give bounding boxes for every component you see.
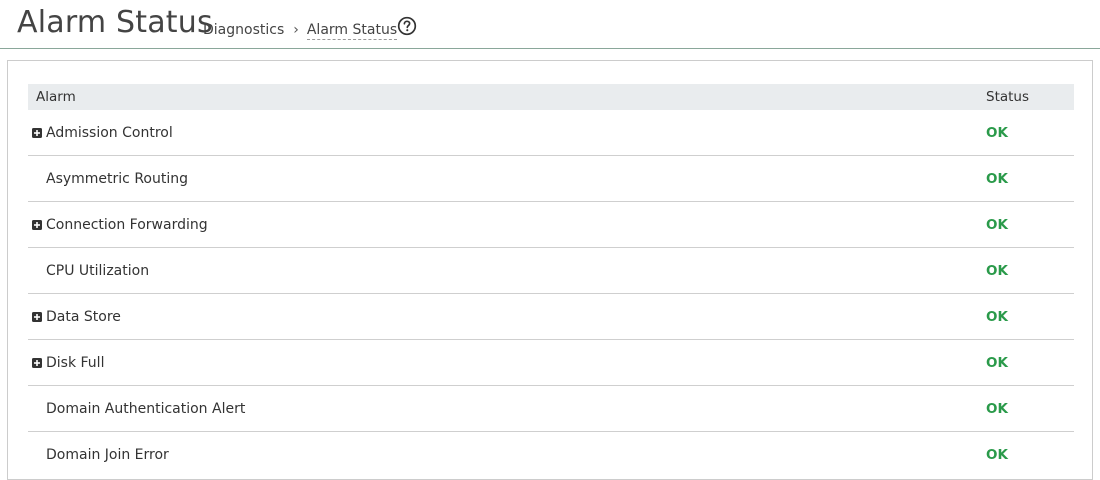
page-title: Alarm Status	[17, 5, 213, 40]
table-row[interactable]: CPU Utilization OK	[28, 248, 1074, 294]
alarm-table: Alarm Status Admission Control OK Asymmetr…	[28, 84, 1074, 478]
table-body: Admission Control OK Asymmetric Routing OK C…	[28, 110, 1074, 478]
table-row[interactable]: Domain Join Error OK	[28, 432, 1074, 478]
breadcrumb: Diagnostics › Alarm Status	[203, 20, 398, 40]
alarm-name: Data Store	[46, 308, 121, 325]
alarm-name: Disk Full	[46, 354, 105, 371]
table-row[interactable]: Domain Authentication Alert OK	[28, 386, 1074, 432]
table-row[interactable]: Disk Full OK	[28, 340, 1074, 386]
alarm-name: Asymmetric Routing	[46, 170, 189, 187]
table-row[interactable]: Connection Forwarding OK	[28, 202, 1074, 248]
alarm-cell: Disk Full	[28, 355, 986, 371]
alarm-cell: Connection Forwarding	[28, 217, 986, 233]
breadcrumb-diagnostics-link[interactable]: Diagnostics	[203, 20, 284, 40]
page-header: Alarm Status Diagnostics › Alarm Status	[0, 0, 1100, 49]
table-header: Alarm Status	[28, 84, 1074, 110]
question-circle-icon[interactable]	[397, 16, 417, 36]
alarm-name: Domain Join Error	[46, 447, 169, 463]
status-value: OK	[986, 447, 1008, 463]
status-value: OK	[986, 354, 1008, 371]
alarm-name: CPU Utilization	[46, 262, 150, 279]
alarm-cell: Data Store	[28, 309, 986, 325]
expand-plus-icon[interactable]	[32, 311, 42, 322]
alarm-cell: Asymmetric Routing	[28, 171, 986, 187]
breadcrumb-current[interactable]: Alarm Status	[306, 21, 398, 40]
status-value: OK	[986, 308, 1008, 325]
alarm-cell: CPU Utilization	[28, 263, 986, 279]
column-header-alarm[interactable]: Alarm	[28, 89, 986, 105]
alarm-status-panel: Alarm Status Admission Control OK Asymmetr…	[7, 60, 1093, 480]
alarm-name: Domain Authentication Alert	[46, 400, 246, 417]
expand-plus-icon[interactable]	[32, 219, 42, 230]
table-row[interactable]: Asymmetric Routing OK	[28, 156, 1074, 202]
alarm-cell: Domain Authentication Alert	[28, 401, 986, 417]
breadcrumb-separator: ›	[293, 22, 299, 38]
column-header-status[interactable]: Status	[986, 89, 1074, 105]
status-value: OK	[986, 400, 1008, 417]
alarm-name: Admission Control	[46, 124, 173, 141]
alarm-cell: Domain Join Error	[28, 447, 986, 463]
status-value: OK	[986, 170, 1008, 187]
expand-plus-icon[interactable]	[32, 357, 42, 368]
status-value: OK	[986, 216, 1008, 233]
status-value: OK	[986, 124, 1008, 141]
status-value: OK	[986, 262, 1008, 279]
table-row[interactable]: Data Store OK	[28, 294, 1074, 340]
alarm-name: Connection Forwarding	[46, 216, 208, 233]
alarm-cell: Admission Control	[28, 125, 986, 141]
expand-plus-icon[interactable]	[32, 127, 42, 138]
table-row[interactable]: Admission Control OK	[28, 110, 1074, 156]
